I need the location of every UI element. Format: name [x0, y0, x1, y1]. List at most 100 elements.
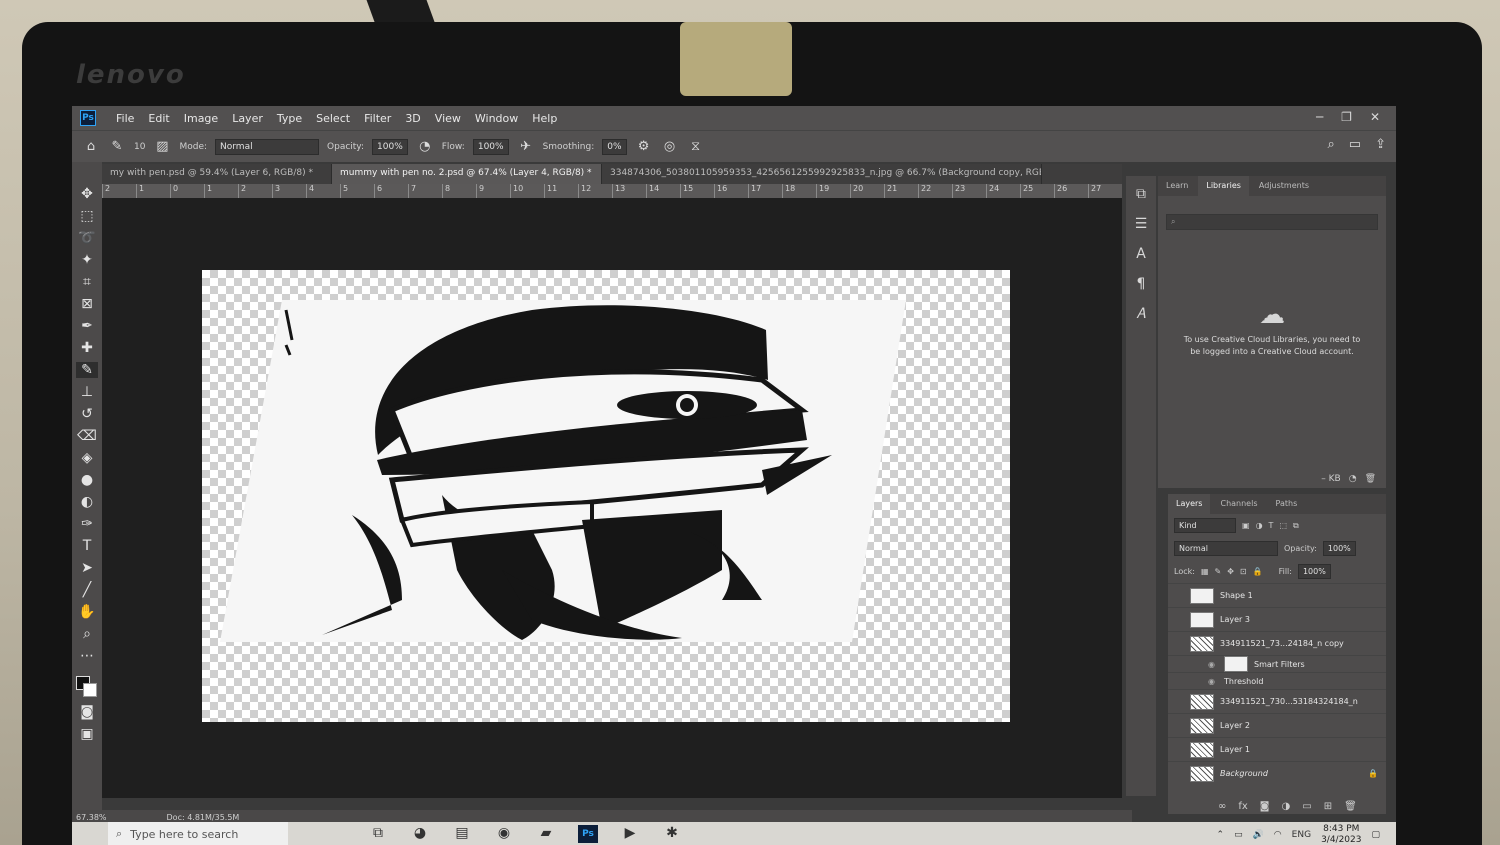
layer-row[interactable]: Background 🔒	[1168, 761, 1386, 785]
quick-mask-icon[interactable]: ◙	[76, 704, 98, 720]
menu-help[interactable]: Help	[526, 112, 563, 125]
menu-type[interactable]: Type	[271, 112, 308, 125]
link-icon[interactable]: ∞	[1218, 801, 1226, 812]
paragraph-icon[interactable]: ¶	[1137, 276, 1146, 292]
notifications-icon[interactable]: ▢	[1371, 830, 1380, 840]
filter-pixel-icon[interactable]: ▣	[1242, 521, 1250, 530]
marquee-tool-icon[interactable]: ⬚	[76, 208, 98, 224]
taskbar-search[interactable]: ⌕ Type here to search	[108, 822, 288, 845]
layer-row[interactable]: Layer 1	[1168, 737, 1386, 761]
menu-3d[interactable]: 3D	[399, 112, 426, 125]
edge-icon[interactable]: ◕	[410, 825, 430, 843]
restore-icon[interactable]: ❐	[1341, 110, 1352, 124]
path-selection-tool-icon[interactable]: ➤	[76, 560, 98, 576]
pen-tool-icon[interactable]: ✑	[76, 516, 98, 532]
more-tools-icon[interactable]: ⋯	[76, 648, 98, 664]
tab-document-1[interactable]: my with pen.psd @ 59.4% (Layer 6, RGB/8)…	[102, 164, 332, 184]
folder-icon[interactable]: ▰	[536, 825, 556, 843]
filter-smart-icon[interactable]: ⧉	[1293, 521, 1299, 531]
layer-row[interactable]: 334911521_73...24184_n copy	[1168, 631, 1386, 655]
trash-icon[interactable]: 🗑	[1365, 474, 1376, 484]
character-icon[interactable]: A	[1136, 246, 1146, 262]
fill-field[interactable]: 100%	[1297, 564, 1331, 579]
menu-image[interactable]: Image	[178, 112, 224, 125]
photoshop-taskbar-icon[interactable]: Ps	[578, 825, 598, 843]
tab-paths[interactable]: Paths	[1268, 494, 1306, 514]
menu-layer[interactable]: Layer	[226, 112, 269, 125]
libraries-search[interactable]: ⌕	[1166, 214, 1378, 230]
tab-adjustments[interactable]: Adjustments	[1251, 176, 1317, 196]
brush-panel-icon[interactable]: ▨	[153, 139, 171, 154]
magic-wand-tool-icon[interactable]: ✦	[76, 252, 98, 268]
workspace-icon[interactable]: ▭	[1349, 137, 1361, 152]
layer-row[interactable]: Layer 3	[1168, 607, 1386, 631]
smoothing-field[interactable]: 0%	[602, 138, 627, 155]
layer-kind-filter[interactable]: Kind	[1174, 518, 1236, 533]
move-tool-icon[interactable]: ✥	[76, 186, 98, 202]
lasso-tool-icon[interactable]: ➰	[76, 230, 98, 246]
background-color[interactable]	[83, 683, 97, 697]
document-canvas[interactable]	[202, 270, 1010, 722]
menu-edit[interactable]: Edit	[142, 112, 175, 125]
line-tool-icon[interactable]: ╱	[76, 582, 98, 598]
gear-icon[interactable]: ⚙	[635, 139, 653, 154]
brush-size[interactable]: 10	[134, 142, 145, 152]
history-icon[interactable]: ⧉	[1136, 186, 1146, 202]
frame-tool-icon[interactable]: ⊠	[76, 296, 98, 312]
tab-document-2[interactable]: mummy with pen no. 2.psd @ 67.4% (Layer …	[332, 164, 602, 184]
layer-row[interactable]: 334911521_730...53184324184_n	[1168, 689, 1386, 713]
lock-all-icon[interactable]: 🔒	[1253, 567, 1263, 576]
smart-filters-row[interactable]: ◉ Smart Filters	[1168, 655, 1386, 672]
canvas-area[interactable]	[102, 198, 1122, 798]
history-brush-tool-icon[interactable]: ↺	[76, 406, 98, 422]
blur-tool-icon[interactable]: ●	[76, 472, 98, 488]
search-icon[interactable]: ⌕	[1328, 137, 1335, 152]
menu-view[interactable]: View	[429, 112, 467, 125]
layer-opacity-field[interactable]: 100%	[1322, 541, 1356, 556]
wifi-icon[interactable]: ◠	[1274, 830, 1282, 840]
healing-tool-icon[interactable]: ✚	[76, 340, 98, 356]
trash-icon[interactable]: 🗑	[1344, 801, 1357, 812]
tab-channels[interactable]: Channels	[1212, 494, 1265, 514]
dodge-tool-icon[interactable]: ◐	[76, 494, 98, 510]
zoom-level[interactable]: 67.38%	[76, 813, 107, 822]
tab-libraries[interactable]: Libraries	[1198, 176, 1249, 196]
airbrush-icon[interactable]: ✈	[517, 139, 535, 154]
type-tool-icon[interactable]: T	[76, 538, 98, 554]
lock-artboard-icon[interactable]: ⊡	[1240, 567, 1247, 576]
eyedropper-tool-icon[interactable]: ✒	[76, 318, 98, 334]
adjustment-layer-icon[interactable]: ◑	[1282, 801, 1291, 812]
filter-shape-icon[interactable]: ⬚	[1279, 521, 1287, 530]
properties-icon[interactable]: ☰	[1135, 216, 1148, 232]
filter-adjustment-icon[interactable]: ◑	[1256, 521, 1263, 530]
language-indicator[interactable]: ENG	[1292, 830, 1311, 840]
close-icon[interactable]: ✕	[1370, 110, 1380, 124]
pressure-opacity-icon[interactable]: ◔	[416, 139, 434, 154]
threshold-filter-row[interactable]: ◉ Threshold	[1168, 672, 1386, 689]
menu-file[interactable]: File	[110, 112, 140, 125]
blend-mode-select[interactable]: Normal	[1174, 541, 1278, 556]
task-view-icon[interactable]: ⧉	[368, 825, 388, 843]
angle-icon[interactable]: ◎	[661, 139, 679, 154]
group-folder-icon[interactable]: ▭	[1302, 801, 1311, 812]
mode-select[interactable]: Normal	[215, 138, 320, 155]
eye-icon[interactable]: ◉	[1208, 677, 1218, 686]
eraser-tool-icon[interactable]: ⌫	[76, 428, 98, 444]
menu-select[interactable]: Select	[310, 112, 356, 125]
layer-row[interactable]: Shape 1	[1168, 583, 1386, 607]
battery-icon[interactable]: ▭	[1234, 830, 1243, 840]
tab-layers[interactable]: Layers	[1168, 494, 1211, 514]
eye-icon[interactable]: ◉	[1208, 660, 1218, 669]
fx-icon[interactable]: fx	[1238, 801, 1247, 812]
tab-document-3[interactable]: 334874306_503801105959353_42565612559929…	[602, 164, 1042, 184]
share-icon[interactable]: ⇪	[1375, 137, 1386, 152]
chevron-up-icon[interactable]: ⌃	[1217, 830, 1225, 840]
volume-icon[interactable]: 🔊	[1253, 830, 1264, 840]
menu-window[interactable]: Window	[469, 112, 524, 125]
tab-learn[interactable]: Learn	[1158, 176, 1196, 196]
lock-paint-icon[interactable]: ✎	[1215, 567, 1222, 576]
layer-row[interactable]: Layer 2	[1168, 713, 1386, 737]
opacity-field[interactable]: 100%	[372, 138, 408, 155]
lock-position-icon[interactable]: ✥	[1227, 567, 1234, 576]
minimize-icon[interactable]: ─	[1316, 110, 1323, 124]
